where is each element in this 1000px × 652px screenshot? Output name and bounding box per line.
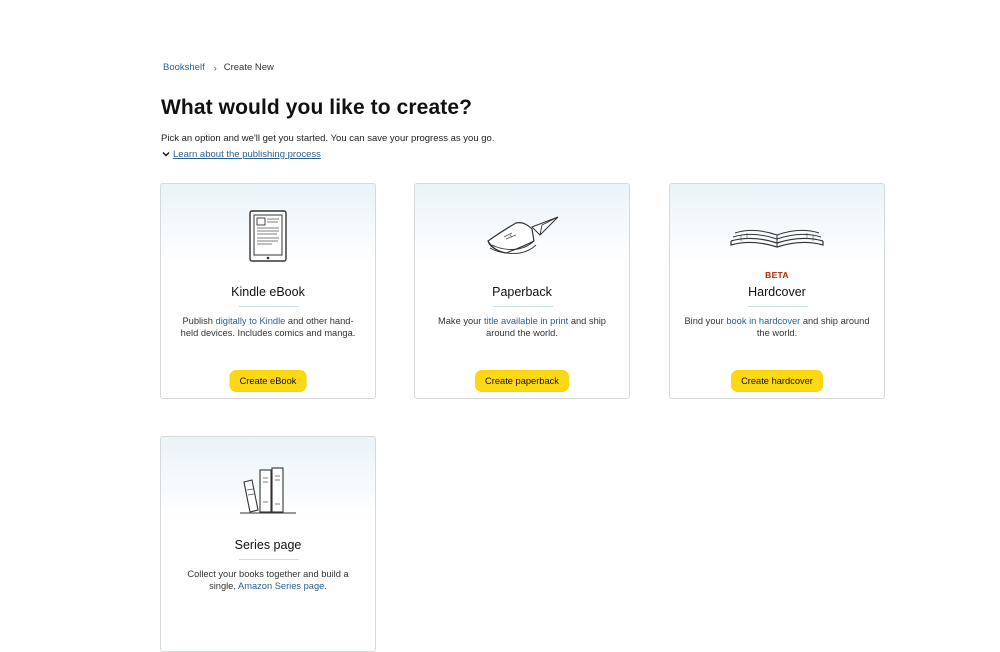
card-title: Paperback: [492, 285, 552, 299]
beta-badge: BETA: [765, 270, 789, 280]
page-intro: Pick an option and we'll get you started…: [161, 133, 495, 144]
breadcrumb: Bookshelf › Create New: [163, 62, 274, 73]
ereader-icon: [161, 206, 375, 266]
card-description: Bind your book in hardcover and ship aro…: [684, 315, 870, 339]
paperback-icon: [415, 206, 629, 266]
page-title: What would you like to create?: [161, 96, 473, 119]
breadcrumb-bookshelf-link[interactable]: Bookshelf: [163, 62, 205, 73]
create-ebook-button[interactable]: Create eBook: [229, 370, 307, 392]
series-page-card: Series page Collect your books together …: [160, 436, 376, 652]
book-series-icon: [161, 459, 375, 519]
create-hardcover-button[interactable]: Create hardcover: [731, 370, 823, 392]
digitally-to-kindle-link[interactable]: digitally to Kindle: [216, 316, 286, 326]
divider: [239, 559, 299, 560]
divider: [239, 306, 299, 307]
learn-publishing-link[interactable]: Learn about the publishing process: [160, 148, 321, 160]
breadcrumb-current: Create New: [223, 62, 274, 73]
card-description: Collect your books together and build a …: [175, 568, 361, 592]
card-description: Make your title available in print and s…: [429, 315, 615, 339]
create-paperback-button[interactable]: Create paperback: [475, 370, 569, 392]
divider: [748, 306, 808, 307]
book-in-hardcover-link[interactable]: book in hardcover: [726, 316, 800, 326]
chevron-down-icon: [162, 152, 170, 157]
amazon-series-page-link[interactable]: Amazon Series page: [238, 581, 324, 591]
card-description: Publish digitally to Kindle and other ha…: [175, 315, 361, 339]
desc-text: Make your: [438, 316, 484, 326]
open-book-icon: [670, 206, 884, 266]
card-title: Kindle eBook: [231, 285, 305, 299]
divider: [493, 306, 553, 307]
paperback-card: Paperback Make your title available in p…: [414, 183, 630, 399]
learn-publishing-label: Learn about the publishing process: [173, 148, 321, 160]
breadcrumb-separator-icon: ›: [213, 62, 217, 73]
desc-text: Publish: [182, 316, 216, 326]
hardcover-card: BETA Hardcover Bind your book in hardcov…: [669, 183, 885, 399]
kindle-ebook-card: Kindle eBook Publish digitally to Kindle…: [160, 183, 376, 399]
card-title: Hardcover: [748, 285, 806, 299]
desc-text: Bind your: [684, 316, 727, 326]
desc-text: .: [324, 581, 327, 591]
title-available-in-print-link[interactable]: title available in print: [484, 316, 568, 326]
card-title: Series page: [234, 538, 302, 552]
